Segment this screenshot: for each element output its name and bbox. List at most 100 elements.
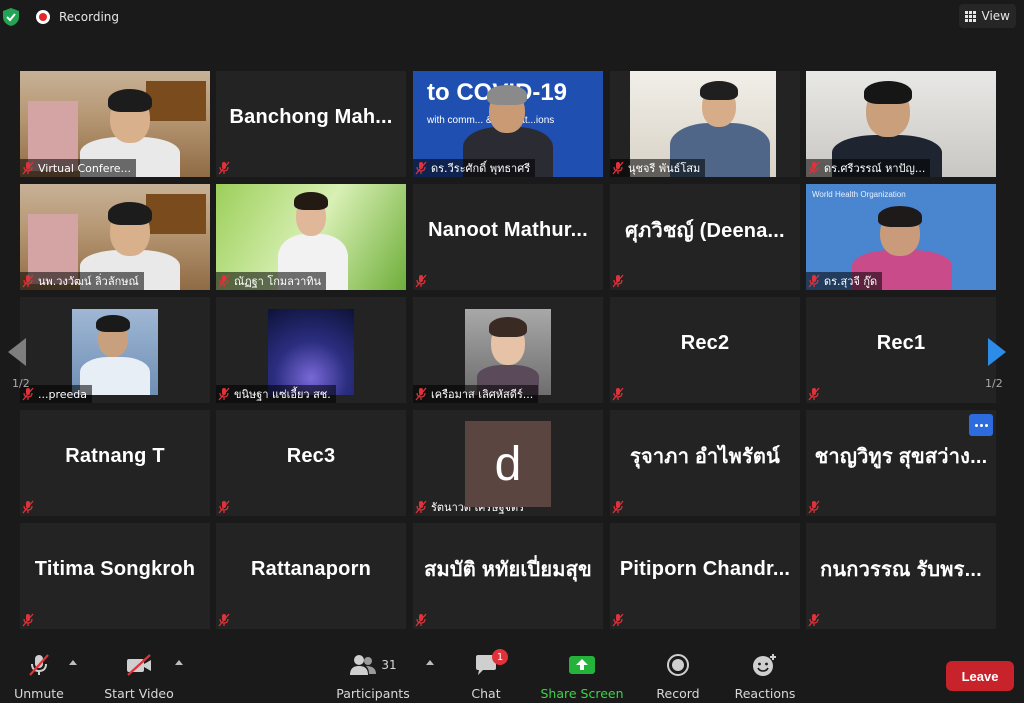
participant-display-name: Pitiporn Chandr... xyxy=(616,523,794,615)
participant-hair xyxy=(108,202,152,225)
participant-display-name: สมบัติ หทัยเปี่ยมสุข xyxy=(419,523,597,615)
participant-initial-avatar: d xyxy=(465,421,551,507)
participant-name: ขนิษฐา แซ่เอี้ยว สช. xyxy=(234,388,331,401)
chat-button[interactable]: 1 Chat xyxy=(470,649,508,701)
participants-button[interactable]: 31 Participants xyxy=(336,652,410,701)
muted-mic-icon xyxy=(22,613,34,627)
next-page-arrow-icon[interactable] xyxy=(988,338,1006,366)
participant-label: ...preeda xyxy=(20,385,93,403)
participant-name: นุชจรี พันธ์โสม xyxy=(628,162,701,175)
muted-mic-icon xyxy=(808,500,820,514)
muted-mic-icon xyxy=(612,500,624,514)
participant-tile[interactable]: ...preeda xyxy=(20,297,210,403)
participant-label xyxy=(610,272,629,290)
participant-tile[interactable]: Rec1 xyxy=(806,297,996,403)
security-shield-icon[interactable] xyxy=(3,8,19,26)
participant-tile[interactable]: ณัฏฐา โกมลวาทิน xyxy=(216,184,406,290)
leave-button[interactable]: Leave xyxy=(946,661,1014,691)
participant-tile[interactable]: Pitiporn Chandr... xyxy=(610,523,800,629)
participant-name: ดร.วีระศักดิ์ พุทธาศรี xyxy=(431,162,531,175)
participant-tile[interactable]: สมบัติ หทัยเปี่ยมสุข xyxy=(413,523,603,629)
participant-name-text: กนกวรรณ รับพร... xyxy=(820,559,982,581)
muted-mic-icon xyxy=(808,161,820,175)
participant-video xyxy=(268,309,354,395)
participant-name: ดร.ศรีวรรณ์ หาปัญ... xyxy=(824,162,926,175)
unmute-button[interactable]: Unmute xyxy=(14,652,64,701)
chat-unread-badge: 1 xyxy=(492,649,508,665)
view-button[interactable]: View xyxy=(958,4,1016,28)
participant-tile[interactable]: Nanoot Mathur... xyxy=(413,184,603,290)
reactions-button[interactable]: Reactions xyxy=(734,652,796,701)
participant-tile[interactable]: World Health Organization ดร.สุวจี กู๊ด xyxy=(806,184,996,290)
page-indicator-right: 1/2 xyxy=(985,377,1003,390)
recording-indicator[interactable]: Recording xyxy=(36,8,119,26)
participant-tile[interactable]: รุจาภา อำไพรัตน์ xyxy=(610,410,800,516)
muted-mic-icon xyxy=(808,613,820,627)
participant-tile[interactable]: Ratnang T xyxy=(20,410,210,516)
participant-tile[interactable]: to COVID-19with comm... & innovat...ions… xyxy=(413,71,603,177)
participant-name-text: Banchong Mah... xyxy=(229,105,393,128)
record-button[interactable]: Record xyxy=(655,652,701,701)
participant-name: Virtual Confere... xyxy=(38,161,132,175)
participant-display-name: กนกวรรณ รับพร... xyxy=(812,523,990,615)
participant-video xyxy=(72,309,158,395)
participant-hair xyxy=(108,89,152,112)
participant-tile[interactable]: Banchong Mah... xyxy=(216,71,406,177)
participant-label xyxy=(413,611,432,629)
background-cabinet xyxy=(146,81,206,121)
muted-mic-icon xyxy=(808,387,820,401)
participants-options-caret-icon[interactable] xyxy=(426,660,434,665)
muted-mic-icon xyxy=(218,274,230,288)
participant-tile[interactable]: ขนิษฐา แซ่เอี้ยว สช. xyxy=(216,297,406,403)
tile-more-options-button[interactable] xyxy=(969,414,993,436)
muted-mic-icon xyxy=(612,161,624,175)
participant-tile[interactable]: กนกวรรณ รับพร... xyxy=(806,523,996,629)
participant-tile[interactable]: Rec2 xyxy=(610,297,800,403)
video-options-caret-icon[interactable] xyxy=(175,660,183,665)
participant-tile[interactable]: นพ.วงวัฒน์ ลิ่วลักษณ์ xyxy=(20,184,210,290)
record-icon xyxy=(667,654,689,676)
participant-video xyxy=(465,309,551,395)
participant-tile[interactable]: Titima Songkroh xyxy=(20,523,210,629)
muted-mic-icon xyxy=(808,274,820,288)
participant-tile[interactable]: ศุภวิชญ์ (Deena... xyxy=(610,184,800,290)
who-logo-text: World Health Organization xyxy=(812,190,906,199)
muted-mic-icon xyxy=(218,500,230,514)
participant-hair xyxy=(96,315,130,332)
participant-name-text: Rec1 xyxy=(876,331,926,354)
participant-display-name: Rec2 xyxy=(616,297,794,389)
participant-tile[interactable]: ดร.ศรีวรรณ์ หาปัญ... xyxy=(806,71,996,177)
share-screen-button[interactable]: Share Screen xyxy=(540,652,624,701)
participants-icon xyxy=(350,655,377,675)
start-video-button[interactable]: Start Video xyxy=(104,652,174,701)
previous-page-arrow-icon[interactable] xyxy=(8,338,26,366)
participant-label xyxy=(20,498,39,516)
muted-mic-icon xyxy=(415,161,427,175)
participant-label xyxy=(806,385,825,403)
participant-name: ดร.สุวจี กู๊ด xyxy=(824,275,878,288)
muted-mic-icon xyxy=(22,161,34,175)
participant-tile[interactable]: Virtual Confere... xyxy=(20,71,210,177)
muted-mic-icon xyxy=(22,274,34,288)
participant-hair xyxy=(864,81,912,104)
participant-display-name: Ratnang T xyxy=(26,410,204,502)
muted-mic-icon xyxy=(22,500,34,514)
recording-icon xyxy=(36,10,50,24)
participant-tile[interactable]: Rec3 xyxy=(216,410,406,516)
muted-mic-icon xyxy=(612,387,624,401)
participant-tile[interactable]: นุชจรี พันธ์โสม xyxy=(610,71,800,177)
participant-tile[interactable]: เครือมาส เลิศหัสดีร์... xyxy=(413,297,603,403)
participant-label xyxy=(610,498,629,516)
participant-display-name: ศุภวิชญ์ (Deena... xyxy=(616,184,794,276)
participant-tile[interactable]: ชาญวิทูร สุขสว่าง... xyxy=(806,410,996,516)
muted-mic-icon xyxy=(612,274,624,288)
participant-name-text: Ratnang T xyxy=(65,444,165,467)
page-indicator-left: 1/2 xyxy=(12,377,30,390)
participant-tile[interactable]: Rattanaporn xyxy=(216,523,406,629)
audio-options-caret-icon[interactable] xyxy=(69,660,77,665)
participant-label: ณัฏฐา โกมลวาทิน xyxy=(216,272,327,290)
participant-display-name: Rec3 xyxy=(222,410,400,502)
muted-mic-icon xyxy=(415,387,427,401)
top-bar: Recording View xyxy=(0,0,1024,34)
participant-name-text: Nanoot Mathur... xyxy=(428,218,588,241)
